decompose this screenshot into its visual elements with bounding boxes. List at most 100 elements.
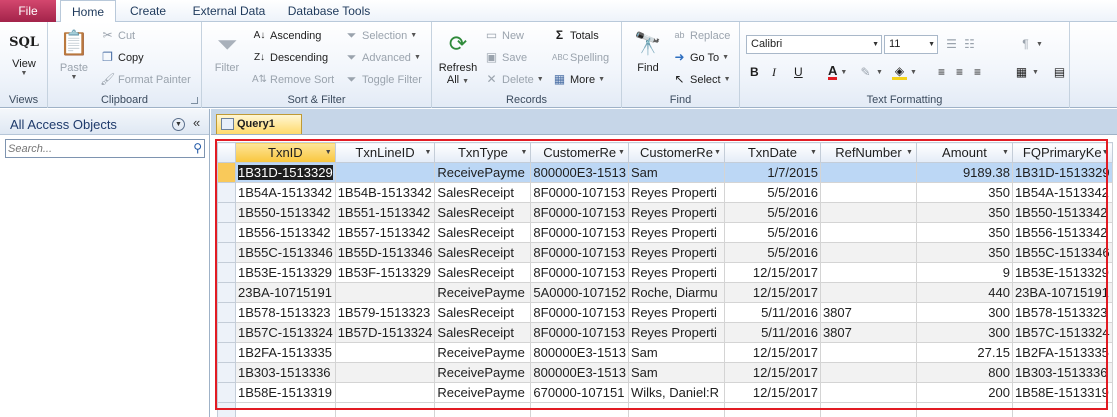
table-cell[interactable]: 1B578-1513323 <box>1011 302 1113 323</box>
table-cell[interactable] <box>819 202 917 223</box>
table-cell[interactable] <box>819 382 917 403</box>
table-cell[interactable]: 1B556-1513342 <box>1011 222 1113 243</box>
table-cell[interactable]: SalesReceipt <box>434 202 532 223</box>
align-right-icon[interactable]: ≡ <box>970 65 985 80</box>
table-cell[interactable] <box>530 402 629 417</box>
goto-button[interactable]: ➜ Go To ▼ <box>672 50 729 65</box>
column-filter-chevron-icon[interactable]: ▼ <box>1002 149 1009 156</box>
column-header[interactable]: FQPrimaryKe ▼ <box>1011 142 1113 163</box>
column-header[interactable]: TxnLineID ▼ <box>334 142 436 163</box>
table-cell[interactable] <box>334 402 436 417</box>
table-cell[interactable]: Sam <box>627 162 725 183</box>
table-cell[interactable] <box>819 342 917 363</box>
table-cell[interactable]: 1B58E-1513319 <box>235 382 336 403</box>
table-cell[interactable]: 350 <box>915 242 1013 263</box>
table-cell[interactable]: 1/7/2015 <box>723 162 821 183</box>
table-cell[interactable] <box>819 242 917 263</box>
table-cell[interactable]: 8F0000-107153 <box>530 322 629 343</box>
select-all-corner[interactable] <box>217 142 236 163</box>
table-cell[interactable]: 350 <box>915 222 1013 243</box>
tab-create[interactable]: Create <box>122 0 174 22</box>
table-cell[interactable]: 1B53F-1513329 <box>334 262 436 283</box>
table-cell[interactable]: 12/15/2017 <box>723 262 821 283</box>
table-cell[interactable] <box>819 222 917 243</box>
table-cell[interactable] <box>819 262 917 283</box>
table-cell[interactable]: 300 <box>915 322 1013 343</box>
table-cell[interactable]: 5/11/2016 <box>723 302 821 323</box>
table-cell[interactable]: 12/15/2017 <box>723 362 821 383</box>
table-cell[interactable]: 9189.38 <box>915 162 1013 183</box>
record-selector[interactable] <box>217 242 236 263</box>
table-cell[interactable]: 800000E3-1513 <box>530 342 629 363</box>
cut-button[interactable]: ✂ Cut <box>100 28 135 43</box>
align-center-icon[interactable]: ≡ <box>952 65 967 80</box>
tab-home[interactable]: Home <box>60 0 116 23</box>
paragraph-button[interactable]: ¶ ▼ <box>1018 37 1043 52</box>
table-cell[interactable] <box>819 282 917 303</box>
table-cell[interactable]: ReceivePayme <box>434 382 532 403</box>
table-cell[interactable]: 800000E3-1513 <box>530 362 629 383</box>
ascending-button[interactable]: A↓ Ascending <box>252 28 322 43</box>
table-cell[interactable]: 8F0000-107153 <box>530 182 629 203</box>
table-cell[interactable] <box>819 402 917 417</box>
column-filter-chevron-icon[interactable]: ▼ <box>810 149 817 156</box>
table-cell[interactable]: 1B57D-1513324 <box>334 322 436 343</box>
table-cell[interactable]: 1B578-1513323 <box>235 302 336 323</box>
record-selector[interactable] <box>217 382 236 403</box>
table-cell[interactable] <box>334 342 436 363</box>
numbered-list-icon[interactable]: ☷ <box>962 37 977 52</box>
query-tab[interactable]: Query1 <box>216 114 302 134</box>
table-cell[interactable]: SalesReceipt <box>434 262 532 283</box>
record-selector[interactable] <box>217 162 236 183</box>
totals-button[interactable]: Σ Totals <box>552 28 599 43</box>
table-cell[interactable]: Sam <box>627 342 725 363</box>
table-cell[interactable]: 1B53E-1513329 <box>235 262 336 283</box>
filter-button[interactable]: ⏷ Filter <box>208 28 246 74</box>
nav-search-input[interactable] <box>6 140 181 157</box>
table-cell[interactable]: Reyes Properti <box>627 262 725 283</box>
table-cell[interactable]: 9 <box>915 262 1013 283</box>
table-cell[interactable]: 800000E3-1513 <box>530 162 629 183</box>
column-filter-chevron-icon[interactable]: ▼ <box>1102 149 1109 156</box>
table-cell[interactable]: 5/5/2016 <box>723 242 821 263</box>
table-cell[interactable]: Reyes Properti <box>627 202 725 223</box>
table-cell[interactable]: SalesReceipt <box>434 302 532 323</box>
table-cell[interactable]: 1B55C-1513346 <box>1011 242 1113 263</box>
table-cell[interactable]: 23BA-10715191 <box>235 282 336 303</box>
column-header[interactable]: TxnID ▼ <box>235 142 336 163</box>
table-cell[interactable] <box>334 282 436 303</box>
table-cell[interactable]: 1B54B-1513342 <box>334 182 436 203</box>
advanced-button[interactable]: ⏷ Advanced ▼ <box>344 50 421 65</box>
table-cell[interactable]: 12/15/2017 <box>723 382 821 403</box>
nav-pane-header[interactable]: All Access Objects ▼ « <box>0 109 209 135</box>
find-button[interactable]: 🔭 Find <box>628 28 668 74</box>
column-filter-chevron-icon[interactable]: ▼ <box>424 149 431 156</box>
table-cell[interactable]: SalesReceipt <box>434 182 532 203</box>
table-cell[interactable]: 440 <box>915 282 1013 303</box>
table-cell[interactable]: Reyes Properti <box>627 302 725 323</box>
table-cell[interactable]: Reyes Properti <box>627 242 725 263</box>
table-cell[interactable]: ReceivePayme <box>434 282 532 303</box>
font-color-button[interactable]: A ▼ <box>828 64 847 80</box>
table-cell[interactable]: 1B303-1513336 <box>1011 362 1113 383</box>
table-cell[interactable]: Reyes Properti <box>627 182 725 203</box>
table-cell[interactable]: 8F0000-107153 <box>530 262 629 283</box>
highlight-button[interactable]: ✎ ▼ <box>858 65 882 80</box>
table-cell[interactable]: 350 <box>915 182 1013 203</box>
table-cell[interactable]: 5/5/2016 <box>723 182 821 203</box>
toggle-filter-button[interactable]: ⏷ Toggle Filter <box>344 72 422 87</box>
table-cell[interactable] <box>627 402 725 417</box>
fill-color-button[interactable]: ◈ ▼ <box>892 65 917 80</box>
table-cell[interactable]: 1B303-1513336 <box>235 362 336 383</box>
record-selector[interactable] <box>217 402 236 417</box>
table-cell[interactable]: 8F0000-107153 <box>530 302 629 323</box>
table-cell[interactable]: 23BA-10715191 <box>1011 282 1113 303</box>
table-cell[interactable] <box>1011 402 1113 417</box>
record-selector[interactable] <box>217 222 236 243</box>
spelling-button[interactable]: ABC Spelling <box>552 50 609 65</box>
table-cell[interactable] <box>235 402 336 417</box>
underline-button[interactable]: U <box>794 65 803 79</box>
table-cell[interactable]: 8F0000-107153 <box>530 202 629 223</box>
save-record-button[interactable]: ▣ Save <box>484 50 527 65</box>
table-cell[interactable] <box>334 362 436 383</box>
